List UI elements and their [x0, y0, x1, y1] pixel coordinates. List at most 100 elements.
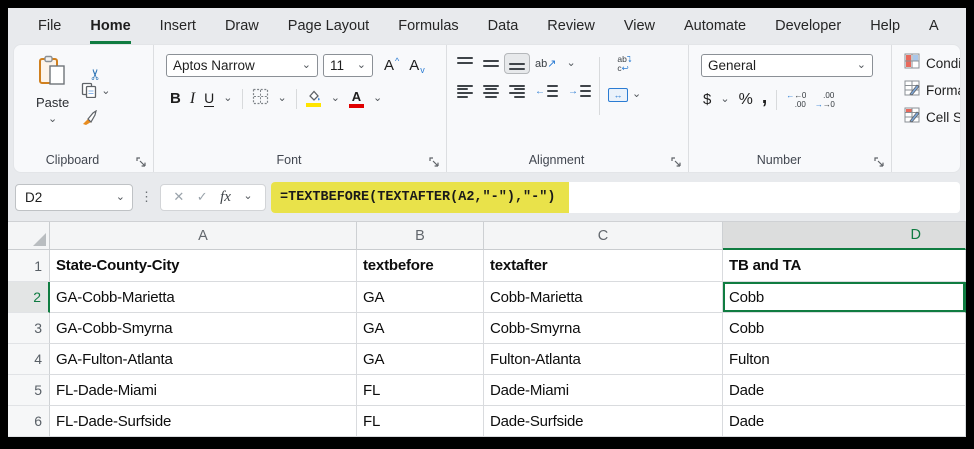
- fill-color-button[interactable]: [306, 90, 322, 108]
- conditional-formatting-button[interactable]: Condit: [904, 53, 960, 74]
- align-right-button[interactable]: [509, 84, 525, 98]
- select-all-button[interactable]: [8, 222, 50, 250]
- column-header-c[interactable]: C: [484, 222, 723, 250]
- borders-icon[interactable]: [252, 88, 269, 110]
- cell-b5[interactable]: FL: [357, 375, 484, 406]
- cell-b4[interactable]: GA: [357, 344, 484, 375]
- font-size-select[interactable]: 11: [323, 53, 373, 77]
- cut-icon[interactable]: ✂: [87, 51, 105, 81]
- increase-indent-button[interactable]: →: [568, 85, 591, 98]
- increase-decimal-button[interactable]: ←←0.00: [786, 91, 806, 109]
- tab-page-layout[interactable]: Page Layout: [288, 8, 369, 44]
- tab-home[interactable]: Home: [90, 8, 131, 44]
- clipboard-dialog-launcher-icon[interactable]: [136, 155, 147, 167]
- bottom-align-button-selected[interactable]: [504, 53, 530, 75]
- font-dialog-launcher-icon[interactable]: [429, 155, 440, 167]
- cell-c5[interactable]: Dade-Miami: [484, 375, 723, 406]
- enter-icon[interactable]: [197, 188, 208, 206]
- accounting-chevron-icon[interactable]: [720, 91, 729, 109]
- row-header-1[interactable]: 1: [8, 250, 50, 282]
- cell-b2[interactable]: GA: [357, 282, 484, 313]
- tab-acrobat-truncated[interactable]: A: [929, 8, 939, 44]
- underline-dropdown-chevron-icon[interactable]: [223, 90, 232, 108]
- tab-automate[interactable]: Automate: [684, 8, 746, 44]
- tab-review[interactable]: Review: [547, 8, 595, 44]
- format-as-table-button[interactable]: Format: [904, 80, 960, 101]
- insert-function-chevron-icon[interactable]: [243, 188, 252, 206]
- cell-a4[interactable]: GA-Fulton-Atlanta: [50, 344, 357, 375]
- cell-c4[interactable]: Fulton-Atlanta: [484, 344, 723, 375]
- tab-insert[interactable]: Insert: [160, 8, 196, 44]
- paste-button[interactable]: Paste: [36, 55, 69, 131]
- cell-d5[interactable]: Dade: [723, 375, 966, 406]
- cell-a2[interactable]: GA-Cobb-Marietta: [50, 282, 357, 313]
- top-align-button[interactable]: [457, 57, 473, 70]
- decrease-decimal-button[interactable]: .00 →→0: [815, 91, 835, 109]
- column-header-a[interactable]: A: [50, 222, 357, 250]
- row-header-2-selected[interactable]: 2: [8, 282, 50, 313]
- cell-d6[interactable]: Dade: [723, 406, 966, 437]
- increase-font-size-button[interactable]: A^: [384, 56, 399, 74]
- cell-b1[interactable]: textbefore: [357, 250, 484, 282]
- tab-view[interactable]: View: [624, 8, 655, 44]
- row-header-6[interactable]: 6: [8, 406, 50, 437]
- orientation-button[interactable]: ab ↗: [535, 57, 556, 70]
- tab-formulas[interactable]: Formulas: [398, 8, 458, 44]
- comma-style-button[interactable]: ,: [762, 87, 768, 107]
- row-header-3[interactable]: 3: [8, 313, 50, 344]
- cell-c2[interactable]: Cobb-Marietta: [484, 282, 723, 313]
- font-color-button[interactable]: A: [348, 90, 364, 108]
- column-header-d-selected[interactable]: D: [723, 222, 966, 250]
- column-header-b[interactable]: B: [357, 222, 484, 250]
- font-color-chevron-icon[interactable]: [373, 90, 382, 108]
- middle-align-button[interactable]: [483, 57, 499, 70]
- tab-draw[interactable]: Draw: [225, 8, 259, 44]
- font-name-select[interactable]: Aptos Narrow: [166, 53, 318, 77]
- percent-style-button[interactable]: %: [739, 91, 753, 109]
- cell-d2-selected[interactable]: Cobb: [723, 282, 966, 313]
- number-dialog-launcher-icon[interactable]: [874, 155, 885, 167]
- merge-center-chevron-icon[interactable]: [632, 86, 641, 104]
- bold-button[interactable]: B: [170, 90, 181, 107]
- cell-d3[interactable]: Cobb: [723, 313, 966, 344]
- cancel-icon[interactable]: [173, 188, 184, 206]
- cell-a3[interactable]: GA-Cobb-Smyrna: [50, 313, 357, 344]
- cell-d4[interactable]: Fulton: [723, 344, 966, 375]
- row-header-5[interactable]: 5: [8, 375, 50, 406]
- merge-center-button[interactable]: ↔: [608, 87, 628, 102]
- copy-icon[interactable]: [81, 82, 97, 103]
- cell-d1[interactable]: TB and TA: [723, 250, 966, 282]
- cell-a5[interactable]: FL-Dade-Miami: [50, 375, 357, 406]
- cell-b6[interactable]: FL: [357, 406, 484, 437]
- cell-styles-button[interactable]: Cell St: [904, 107, 960, 128]
- cell-b3[interactable]: GA: [357, 313, 484, 344]
- cell-c3[interactable]: Cobb-Smyrna: [484, 313, 723, 344]
- paste-dropdown-chevron-icon[interactable]: [48, 111, 57, 129]
- decrease-font-size-button[interactable]: Av: [409, 57, 425, 75]
- wrap-text-button[interactable]: ab⮧ c↩: [617, 54, 631, 74]
- borders-dropdown-chevron-icon[interactable]: [278, 90, 287, 108]
- tab-data[interactable]: Data: [488, 8, 519, 44]
- alignment-dialog-launcher-icon[interactable]: [671, 155, 682, 167]
- row-header-4[interactable]: 4: [8, 344, 50, 375]
- formula-input[interactable]: =TEXTBEFORE(TEXTAFTER(A2,"-"),"-"): [271, 181, 960, 213]
- cell-c1[interactable]: textafter: [484, 250, 723, 282]
- format-painter-icon[interactable]: [81, 109, 110, 131]
- orientation-chevron-icon[interactable]: [566, 55, 575, 73]
- center-button[interactable]: [483, 84, 499, 98]
- accounting-format-button[interactable]: $: [703, 91, 711, 108]
- tab-file[interactable]: File: [38, 8, 61, 44]
- number-format-select[interactable]: General: [701, 53, 873, 77]
- underline-button[interactable]: U: [204, 91, 215, 107]
- align-left-button[interactable]: [457, 84, 473, 98]
- italic-button[interactable]: I: [190, 90, 195, 108]
- formula-bar-drag-handle[interactable]: ⋮: [138, 189, 155, 205]
- cell-c6[interactable]: Dade-Surfside: [484, 406, 723, 437]
- name-box-chevron-icon[interactable]: [116, 190, 125, 205]
- fill-color-chevron-icon[interactable]: [331, 90, 340, 108]
- insert-function-icon[interactable]: fx: [220, 189, 231, 206]
- cell-a1[interactable]: State-County-City: [50, 250, 357, 282]
- name-box[interactable]: D2: [15, 183, 133, 211]
- cell-a6[interactable]: FL-Dade-Surfside: [50, 406, 357, 437]
- decrease-indent-button[interactable]: ←: [535, 85, 558, 98]
